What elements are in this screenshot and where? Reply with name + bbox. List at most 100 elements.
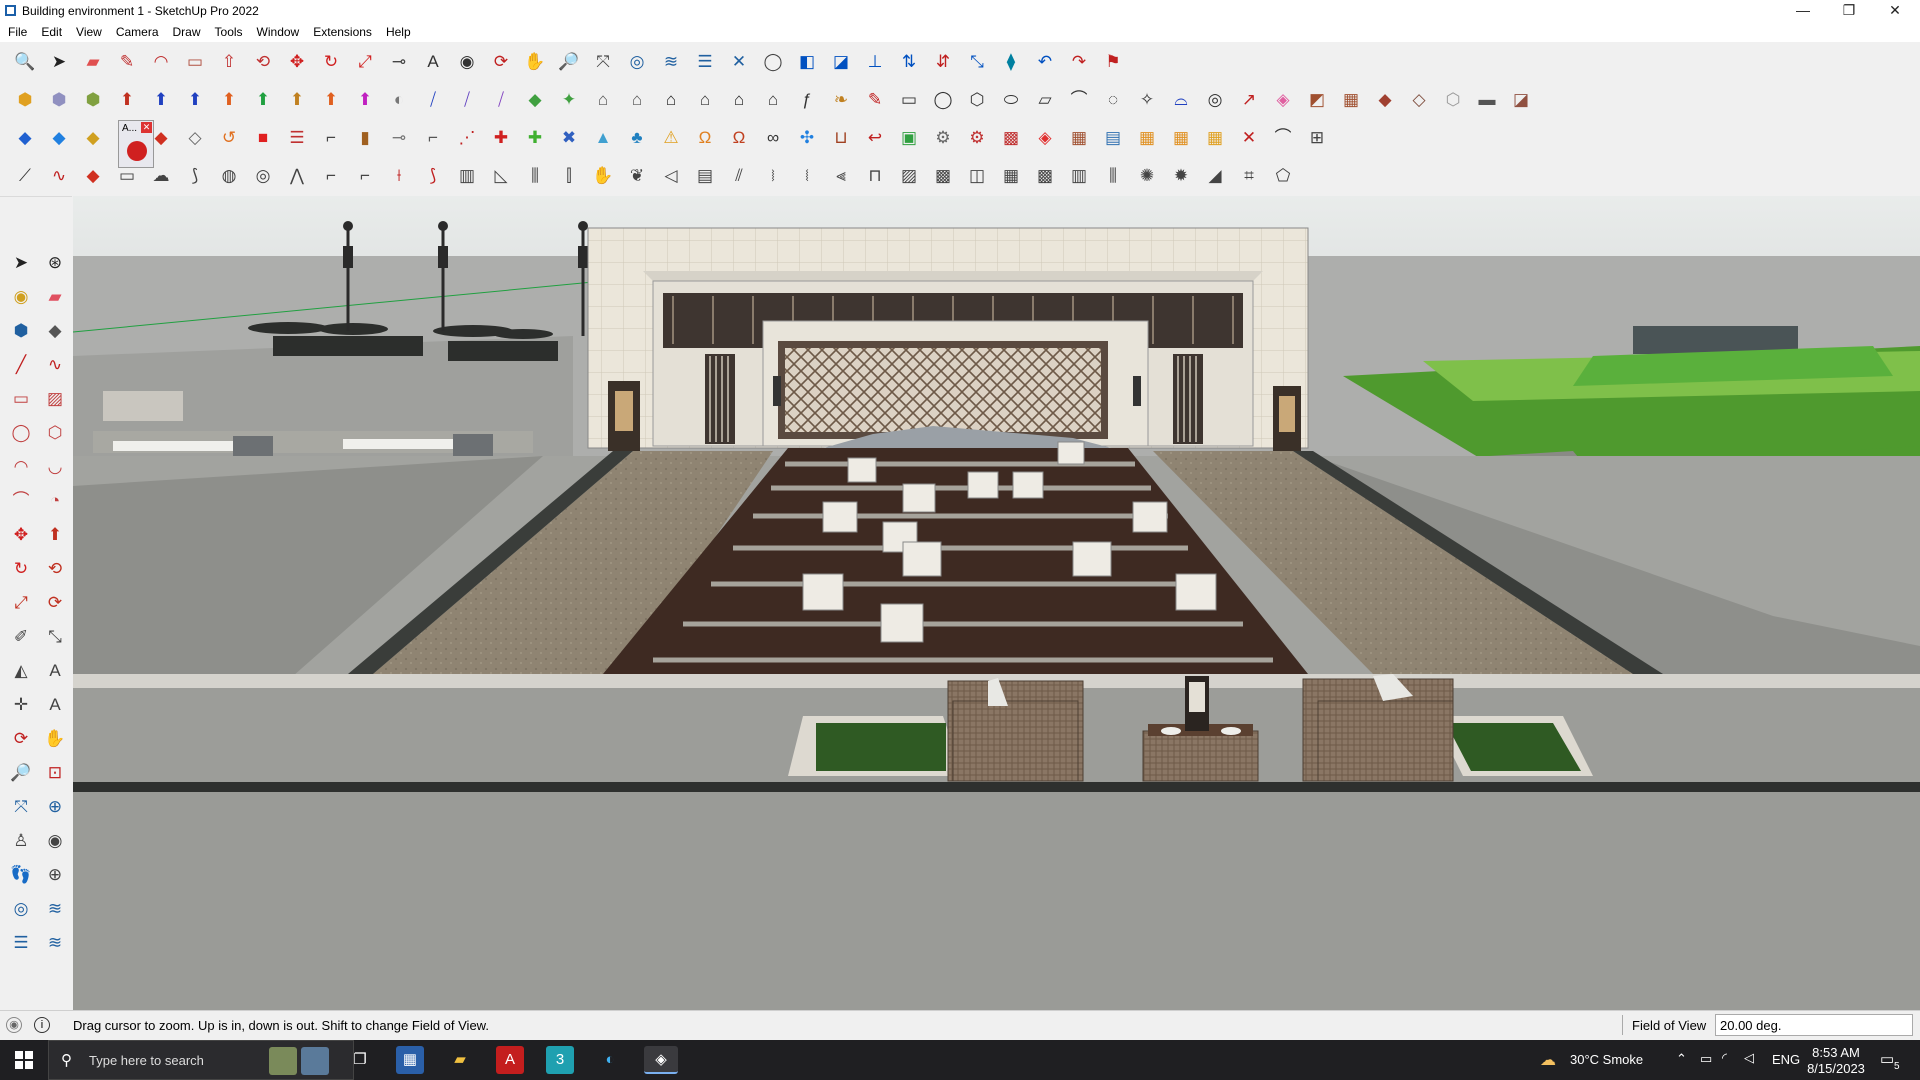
tape-measure-icon[interactable]: ⊸ — [385, 47, 413, 75]
fx-icon[interactable]: ƒ — [793, 85, 821, 113]
house-outline-icon[interactable]: ⌂ — [725, 85, 753, 113]
dark-slab-icon[interactable]: ▬ — [1473, 85, 1501, 113]
tree-icon[interactable]: ♣ — [623, 123, 651, 151]
pushpull-tool-icon[interactable]: ⬆ — [41, 520, 69, 548]
lasso-select-icon[interactable]: ⊛ — [41, 248, 69, 276]
chevron-up-icon[interactable]: ⌃ — [1676, 1051, 1687, 1067]
pan-tool-icon[interactable]: ✋ — [41, 724, 69, 752]
scale-tool-icon[interactable]: ⤢ — [7, 588, 35, 616]
shape-icon[interactable]: ◐ — [385, 85, 413, 113]
page-curl-icon[interactable]: ⌐ — [317, 123, 345, 151]
leaf-outline-icon[interactable]: ❦ — [623, 161, 651, 189]
arrow-left-icon[interactable]: ◁ — [657, 161, 685, 189]
green-component-icon[interactable]: ▣ — [895, 123, 923, 151]
styles-left-icon[interactable]: ≋ — [41, 928, 69, 956]
axes-icon[interactable]: ⊥ — [861, 47, 889, 75]
acrobat-icon[interactable]: A — [496, 1046, 524, 1074]
gray-stone-icon[interactable]: ⬡ — [1439, 85, 1467, 113]
menu-draw[interactable]: Draw — [165, 22, 207, 39]
extension-warehouse-icon[interactable]: ≋ — [657, 47, 685, 75]
grid-nodes-icon[interactable]: ⊞ — [1303, 123, 1331, 151]
warehouse-icon[interactable]: ◎ — [623, 47, 651, 75]
curve-line-icon[interactable]: ⟆ — [419, 161, 447, 189]
car-icon[interactable]: ◆ — [79, 161, 107, 189]
floating-toolbar-popup[interactable]: A... ✕ — [118, 120, 154, 168]
orange-grid3-icon[interactable]: ▦ — [1201, 123, 1229, 151]
sort-up-icon[interactable]: ⇵ — [929, 47, 957, 75]
2pt-arc-icon[interactable]: ◡ — [41, 452, 69, 480]
circle-tool-icon[interactable]: ◯ — [7, 418, 35, 446]
arc-tool-icon[interactable]: ◠ — [7, 452, 35, 480]
shape-arc-icon[interactable]: ⌒ — [1065, 85, 1093, 113]
circle-outline-icon[interactable]: ◎ — [1201, 85, 1229, 113]
sphere2-icon[interactable]: ◎ — [249, 161, 277, 189]
line-icon[interactable]: ╱ — [7, 350, 35, 378]
push-pull-icon[interactable]: ⇧ — [215, 47, 243, 75]
pink-eraser-icon[interactable]: ◈ — [1269, 85, 1297, 113]
hand-icon[interactable]: ✋ — [589, 161, 617, 189]
model-viewport[interactable] — [73, 196, 1920, 1010]
layout-left-icon[interactable]: ☰ — [7, 928, 35, 956]
block-icon[interactable]: ▩ — [929, 161, 957, 189]
follow-me-icon[interactable]: ⟲ — [249, 47, 277, 75]
shape-para-icon[interactable]: ▱ — [1031, 85, 1059, 113]
ramp-icon[interactable]: ◺ — [487, 161, 515, 189]
ring-icon[interactable]: ✺ — [1133, 161, 1161, 189]
display-icon[interactable]: ▭ — [1700, 1051, 1712, 1067]
layout-icon[interactable]: ☰ — [691, 47, 719, 75]
dim-line-icon[interactable]: ⟊ — [385, 161, 413, 189]
bench-icon[interactable]: ⊓ — [861, 161, 889, 189]
push-x-icon[interactable]: ⬆ — [317, 85, 345, 113]
stair-icon[interactable]: ⌐ — [317, 161, 345, 189]
blue-curve-icon[interactable]: ⌓ — [1167, 85, 1195, 113]
slash-purple-icon[interactable]: ⧸ — [453, 85, 481, 113]
arc-icon[interactable]: ◠ — [147, 47, 175, 75]
offset-tool-icon[interactable]: ⟳ — [41, 588, 69, 616]
axes-tool-icon[interactable]: ✛ — [7, 690, 35, 718]
slash-blue-icon[interactable]: ⧸ — [419, 85, 447, 113]
rect-tool-icon[interactable]: ▭ — [7, 384, 35, 412]
stair-case-icon[interactable]: ▥ — [453, 161, 481, 189]
pipe-icon[interactable]: ⊸ — [385, 123, 413, 151]
protractor-icon[interactable]: ◭ — [7, 656, 35, 684]
menu-file[interactable]: File — [0, 22, 33, 39]
polygon-tool-icon[interactable]: ⬡ — [41, 418, 69, 446]
paint-icon[interactable]: ◉ — [7, 282, 35, 310]
edge-icon[interactable]: ◐ — [596, 1046, 624, 1074]
3dsmax-icon[interactable]: 3 — [546, 1046, 574, 1074]
section-plane-icon[interactable]: ⊕ — [41, 860, 69, 888]
shape-star-icon[interactable]: ✧ — [1133, 85, 1161, 113]
measure-icon[interactable]: ⤡ — [963, 47, 991, 75]
shade-icon[interactable]: ◢ — [1201, 161, 1229, 189]
roof-icon[interactable]: ⋀ — [283, 161, 311, 189]
pie-icon[interactable]: ◔ — [41, 486, 69, 514]
tag-icon[interactable]: ⬠ — [1269, 161, 1297, 189]
stripes-icon[interactable]: ▥ — [1065, 161, 1093, 189]
red-box-icon[interactable]: ▩ — [997, 123, 1025, 151]
garage-icon[interactable]: ⌂ — [759, 85, 787, 113]
ring2-icon[interactable]: ✹ — [1167, 161, 1195, 189]
tape-tool-icon[interactable]: ✐ — [7, 622, 35, 650]
book-icon[interactable]: ▤ — [691, 161, 719, 189]
dotted-arc-icon[interactable]: ⌒ — [1269, 123, 1297, 151]
red-plus-icon[interactable]: ✚ — [487, 123, 515, 151]
orbit-tool-icon[interactable]: ⟳ — [7, 724, 35, 752]
rotate-icon[interactable]: ↻ — [317, 47, 345, 75]
cup-icon[interactable]: ⊔ — [827, 123, 855, 151]
orbit-icon[interactable]: ⟳ — [487, 47, 515, 75]
pencil-icon[interactable]: ✎ — [113, 47, 141, 75]
fence2-icon[interactable]: ⧙ — [793, 161, 821, 189]
cube-purple-icon[interactable]: ⬢ — [45, 85, 73, 113]
section-icon[interactable]: ◧ — [793, 47, 821, 75]
language-indicator[interactable]: ENG — [1772, 1052, 1800, 1067]
push-green-icon[interactable]: ⬆ — [249, 85, 277, 113]
text-icon[interactable]: A — [419, 47, 447, 75]
pattern-icon[interactable]: ▦ — [1065, 123, 1093, 151]
scale-icon[interactable]: ⤢ — [351, 47, 379, 75]
shape-hex-icon[interactable]: ⬡ — [963, 85, 991, 113]
3d-text-icon[interactable]: A — [41, 690, 69, 718]
push-orange-icon[interactable]: ⬆ — [215, 85, 243, 113]
lasso-icon[interactable]: Ω — [691, 123, 719, 151]
task-view-icon[interactable]: ❐ — [346, 1046, 374, 1074]
loop-icon[interactable]: ∞ — [759, 123, 787, 151]
